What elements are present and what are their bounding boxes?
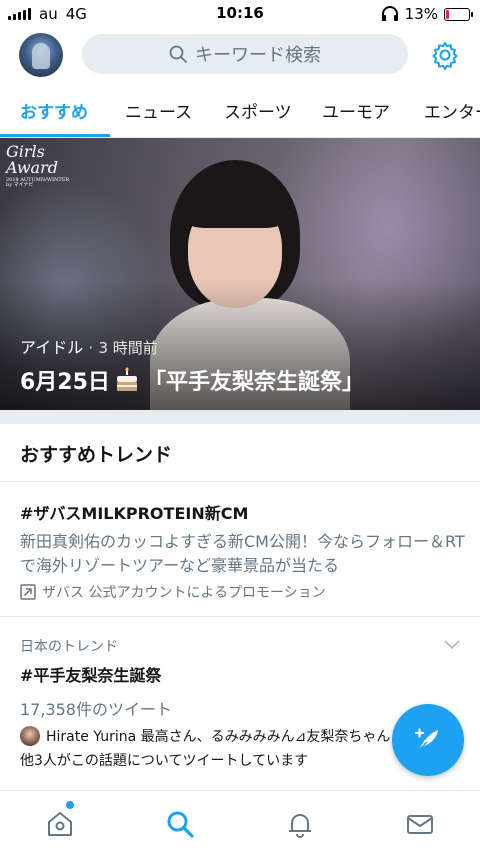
trend-context: 日本のトレンド	[20, 639, 118, 655]
divider	[0, 481, 480, 482]
promoted-trend[interactable]: #ザバスMILKPROTEIN新CM 新田真剣佑のカッコよすぎる新CM公開！今な…	[20, 500, 465, 602]
headphones-icon	[381, 6, 398, 21]
divider	[0, 616, 480, 617]
promoted-hashtag: #ザバスMILKPROTEIN新CM	[20, 504, 249, 523]
promoted-arrow-icon	[20, 584, 36, 600]
trend-tweeter-names: Hirate Yurina 最高さん、るみみみみん⊿友梨奈ちゃん	[46, 729, 391, 745]
search-icon	[169, 45, 187, 63]
tab-recommended[interactable]: おすすめ	[20, 98, 88, 123]
section-gap	[0, 410, 480, 424]
hero-time: 3 時間前	[98, 339, 158, 357]
home-icon[interactable]	[45, 809, 75, 839]
girls-award-logo: Girls Award 2018 AUTUMN/WINTER by マイナビ	[6, 142, 70, 188]
tab-humor[interactable]: ユーモア	[322, 98, 390, 123]
tweeter-avatar	[20, 726, 40, 746]
profile-avatar[interactable]	[19, 33, 63, 77]
home-notification-dot	[66, 801, 74, 809]
explore-search-icon[interactable]	[165, 809, 195, 839]
promoted-description: 新田真剣佑のカッコよすぎる新CM公開！今ならフォロー＆RTで海外リゾートツアーな…	[20, 532, 465, 575]
promoted-by-text: ザバス 公式アカウントによるプロモーション	[42, 585, 326, 601]
status-bar: au 4G 10:16 13%	[0, 0, 480, 28]
tab-entertainment[interactable]: エンター	[424, 98, 480, 123]
mail-icon[interactable]	[405, 809, 435, 839]
search-placeholder: キーワード検索	[195, 45, 321, 66]
hero-title-text: 「平手友梨奈生誕祭」	[143, 370, 364, 395]
battery-percent: 13%	[404, 5, 438, 23]
status-right: 13%	[381, 5, 473, 23]
chevron-down-icon[interactable]	[444, 640, 460, 650]
battery-icon	[444, 7, 473, 21]
tab-news[interactable]: ニュース	[125, 98, 192, 123]
trend-hashtag: #平手友梨奈生誕祭	[20, 666, 162, 685]
hero-category: アイドル	[20, 338, 84, 357]
active-tab-indicator	[0, 134, 110, 137]
top-header: キーワード検索	[0, 28, 480, 84]
hero-story-card[interactable]: Girls Award 2018 AUTUMN/WINTER by マイナビ ア…	[0, 138, 480, 410]
hero-meta: アイドル · 3 時間前	[20, 334, 158, 358]
trend-tweet-count: 17,358件のツイート	[20, 700, 172, 719]
promoted-label: ザバス 公式アカウントによるプロモーション	[20, 582, 465, 602]
bell-icon[interactable]	[285, 809, 315, 839]
category-tabs: おすすめ ニュース スポーツ ユーモア エンター	[0, 84, 480, 138]
hero-separator: ·	[88, 338, 94, 357]
compose-tweet-button[interactable]	[392, 704, 464, 776]
hero-title: 6月25日 「平手友梨奈生誕祭」	[20, 364, 364, 396]
hero-photo-bangs	[184, 182, 286, 228]
battery-level	[446, 9, 449, 19]
search-input[interactable]: キーワード検索	[82, 34, 408, 74]
section-title: おすすめトレンド	[20, 444, 173, 466]
birthday-cake-icon	[116, 367, 137, 391]
tab-sports[interactable]: スポーツ	[224, 98, 292, 123]
gear-icon[interactable]	[430, 40, 460, 70]
hero-title-date: 6月25日	[20, 370, 110, 395]
bottom-nav	[0, 790, 480, 853]
compose-feather-icon	[414, 728, 438, 751]
